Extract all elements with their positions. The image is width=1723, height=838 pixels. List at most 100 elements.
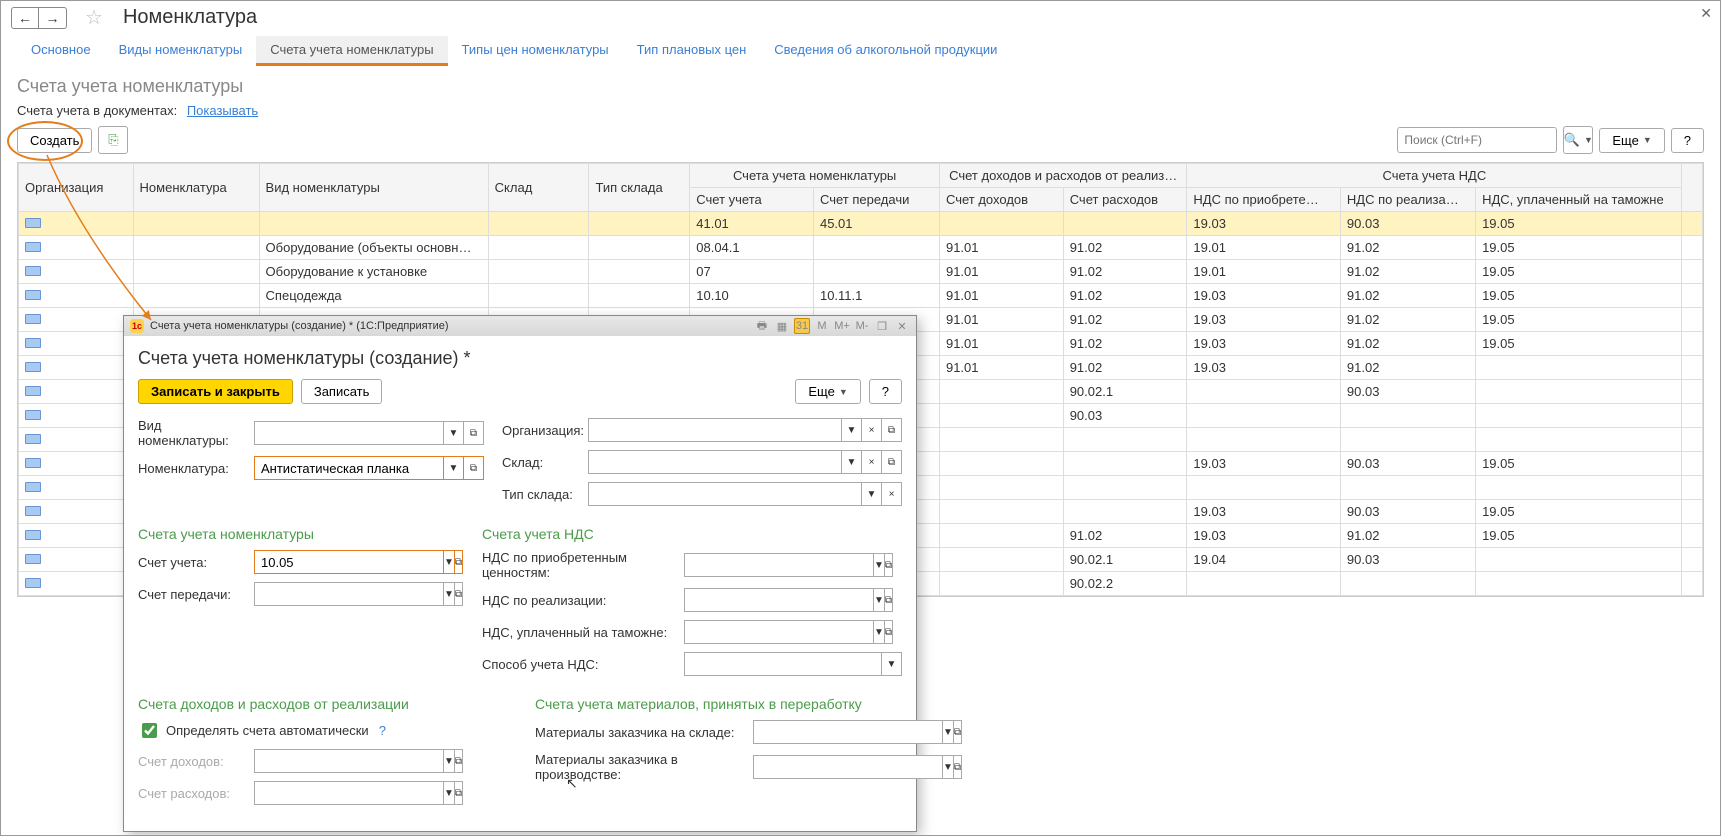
table-row[interactable]: Оборудование к установке0791.0191.0219.0… xyxy=(19,260,1703,284)
help-button[interactable]: ? xyxy=(1671,128,1704,153)
favorite-icon[interactable]: ☆ xyxy=(85,5,103,30)
auto-help-icon[interactable]: ? xyxy=(379,723,386,738)
input-sposob[interactable] xyxy=(684,652,882,676)
ext-org[interactable]: ⧉ xyxy=(882,418,902,442)
table-row[interactable]: 41.0145.0119.0390.0319.05 xyxy=(19,212,1703,236)
ext-schet-uch[interactable]: ⧉ xyxy=(455,550,463,574)
label-org: Организация: xyxy=(502,423,582,438)
calc-icon[interactable]: ▦ xyxy=(774,318,790,334)
col-schet-uch[interactable]: Счет учета xyxy=(690,188,814,212)
tab-types[interactable]: Виды номенклатуры xyxy=(105,36,257,66)
create-dialog: 1c Счета учета номенклатуры (создание) *… xyxy=(123,315,917,832)
ext-vid[interactable]: ⧉ xyxy=(464,421,484,445)
input-schet-uch[interactable] xyxy=(254,550,444,574)
col-schet-rash[interactable]: Счет расходов xyxy=(1063,188,1187,212)
ext-nom[interactable]: ⧉ xyxy=(464,456,484,480)
input-nds-re[interactable] xyxy=(684,588,874,612)
input-vid[interactable] xyxy=(254,421,444,445)
row-icon xyxy=(25,362,41,372)
search-box[interactable]: × xyxy=(1397,127,1557,153)
row-icon xyxy=(25,554,41,564)
col-nom[interactable]: Номенклатура xyxy=(133,164,259,212)
m-plus-icon[interactable]: M+ xyxy=(834,318,850,334)
more-button[interactable]: Еще ▼ xyxy=(1599,128,1664,153)
tab-plan-price[interactable]: Тип плановых цен xyxy=(623,36,761,66)
dd-nom[interactable]: ▼ xyxy=(444,456,464,480)
input-sklad[interactable] xyxy=(588,450,842,474)
clr-sklad[interactable]: × xyxy=(862,450,882,474)
save-button[interactable]: Записать xyxy=(301,379,383,404)
table-row[interactable]: Оборудование (объекты основн…08.04.191.0… xyxy=(19,236,1703,260)
tab-alcohol[interactable]: Сведения об алкогольной продукции xyxy=(760,36,1011,66)
input-org[interactable] xyxy=(588,418,842,442)
cell xyxy=(488,212,589,236)
search-mode-button[interactable]: 🔍▼ xyxy=(1563,126,1593,154)
input-nds-pr[interactable] xyxy=(684,553,874,577)
forward-button[interactable]: → xyxy=(39,7,67,29)
col-vid[interactable]: Вид номенклатуры xyxy=(259,164,488,212)
col-schet-doh[interactable]: Счет доходов xyxy=(939,188,1063,212)
cell xyxy=(1476,428,1682,452)
copy-button[interactable]: ⎘ xyxy=(98,126,128,154)
close-icon[interactable]: ✕ xyxy=(1700,5,1712,22)
create-button[interactable]: Создать xyxy=(17,128,92,153)
dialog-close-icon[interactable]: ✕ xyxy=(894,318,910,334)
table-row[interactable]: Спецодежда10.1010.11.191.0191.0219.0391.… xyxy=(19,284,1703,308)
input-nom[interactable] xyxy=(254,456,444,480)
dialog-titlebar[interactable]: 1c Счета учета номенклатуры (создание) *… xyxy=(124,316,916,336)
cell: 91.02 xyxy=(1340,524,1475,548)
cell: 19.05 xyxy=(1476,236,1682,260)
cell xyxy=(1476,404,1682,428)
back-button[interactable]: ← xyxy=(11,7,39,29)
col-org[interactable]: Организация xyxy=(19,164,134,212)
col-tip[interactable]: Тип склада xyxy=(589,164,690,212)
col-schet-per[interactable]: Счет передачи xyxy=(813,188,939,212)
tab-main[interactable]: Основное xyxy=(17,36,105,66)
print-icon[interactable]: 🖶 xyxy=(754,318,770,334)
dd-org[interactable]: ▼ xyxy=(842,418,862,442)
cell xyxy=(939,428,1063,452)
input-schet-per[interactable] xyxy=(254,582,444,606)
calendar-icon[interactable]: 31 xyxy=(794,318,810,334)
col-sklad[interactable]: Склад xyxy=(488,164,589,212)
col-nds-pr[interactable]: НДС по приобрете… xyxy=(1187,188,1341,212)
dialog-more-button[interactable]: Еще ▼ xyxy=(795,379,860,404)
cell xyxy=(133,260,259,284)
col-nds-re[interactable]: НДС по реализа… xyxy=(1340,188,1475,212)
cell: 19.01 xyxy=(1187,236,1341,260)
tab-price-types[interactable]: Типы цен номенклатуры xyxy=(448,36,623,66)
m-minus-icon[interactable]: M- xyxy=(854,318,870,334)
clr-org[interactable]: × xyxy=(862,418,882,442)
dialog-help-button[interactable]: ? xyxy=(869,379,902,404)
sub-title: Счета учета номенклатуры xyxy=(17,76,1704,97)
input-mat-sklad[interactable] xyxy=(753,720,943,744)
cell: 90.03 xyxy=(1340,500,1475,524)
row-icon xyxy=(25,338,41,348)
input-tip-sklada[interactable] xyxy=(588,482,862,506)
window-restore-icon[interactable]: ❐ xyxy=(874,318,890,334)
dd-schet-uch[interactable]: ▼ xyxy=(444,550,455,574)
cell xyxy=(1187,572,1341,596)
input-nds-tam[interactable] xyxy=(684,620,874,644)
clr-tip[interactable]: × xyxy=(882,482,902,506)
input-schet-rash xyxy=(254,781,444,805)
dd-vid[interactable]: ▼ xyxy=(444,421,464,445)
cell: 90.02.1 xyxy=(1063,548,1187,572)
filter-link[interactable]: Показывать xyxy=(187,103,258,118)
tab-accounts[interactable]: Счета учета номенклатуры xyxy=(256,36,447,66)
m-icon[interactable]: M xyxy=(814,318,830,334)
cell: 19.04 xyxy=(1187,548,1341,572)
auto-checkbox[interactable] xyxy=(142,723,157,738)
ext-sklad[interactable]: ⧉ xyxy=(882,450,902,474)
cell xyxy=(1187,404,1341,428)
cell xyxy=(488,284,589,308)
cell xyxy=(939,572,1063,596)
save-close-button[interactable]: Записать и закрыть xyxy=(138,379,293,404)
search-input[interactable] xyxy=(1398,131,1565,149)
cell xyxy=(133,236,259,260)
col-nds-tam[interactable]: НДС, уплаченный на таможне xyxy=(1476,188,1682,212)
dd-sklad[interactable]: ▼ xyxy=(842,450,862,474)
row-icon xyxy=(25,434,41,444)
dd-tip[interactable]: ▼ xyxy=(862,482,882,506)
input-mat-proizv[interactable] xyxy=(753,755,943,779)
